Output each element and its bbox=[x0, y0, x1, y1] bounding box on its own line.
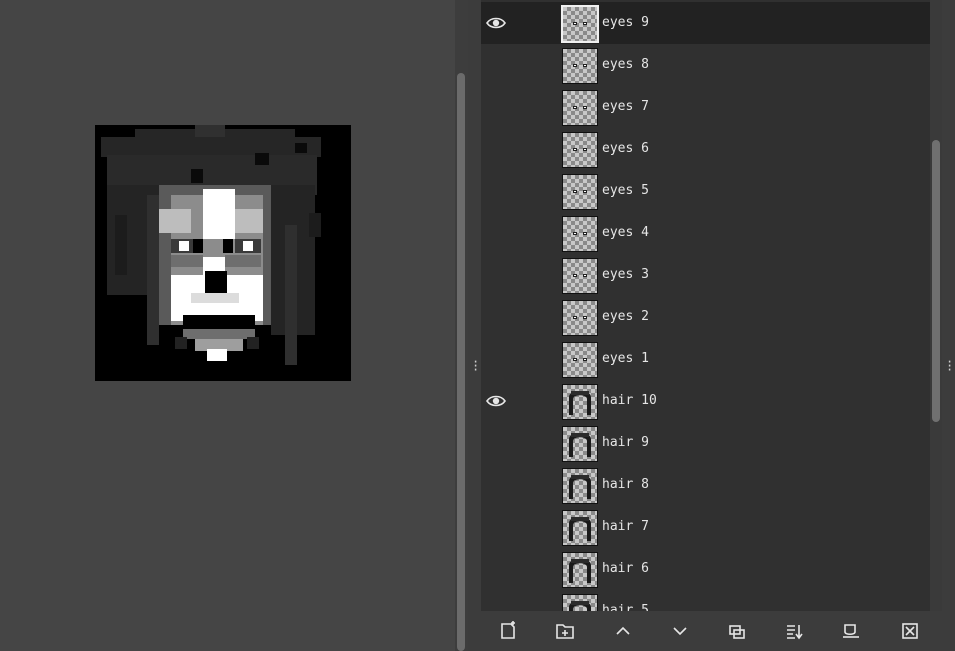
layer-row[interactable]: hair 10 bbox=[481, 380, 930, 422]
layer-thumbnail bbox=[562, 300, 598, 336]
divider-grip-icon[interactable]: · · · bbox=[472, 356, 479, 376]
layer-thumbnail bbox=[562, 552, 598, 588]
duplicate-layer-icon bbox=[723, 617, 751, 645]
layer-mask-button[interactable] bbox=[837, 617, 865, 645]
visibility-toggle[interactable] bbox=[486, 307, 506, 327]
layer-thumbnail bbox=[562, 132, 598, 168]
visibility-toggle[interactable] bbox=[486, 559, 506, 579]
visibility-toggle[interactable] bbox=[486, 517, 506, 537]
pixel-art-face-image[interactable] bbox=[95, 125, 351, 381]
layer-row[interactable]: eyes 2 bbox=[481, 296, 930, 338]
layer-row[interactable]: eyes 1 bbox=[481, 338, 930, 380]
layer-name: hair 8 bbox=[602, 477, 649, 492]
new-layer-group-icon bbox=[551, 617, 579, 645]
visibility-toggle[interactable] bbox=[486, 601, 506, 611]
layer-row[interactable]: hair 7 bbox=[481, 506, 930, 548]
layer-name: eyes 4 bbox=[602, 225, 649, 240]
layer-name: eyes 2 bbox=[602, 309, 649, 324]
layer-row[interactable]: eyes 4 bbox=[481, 212, 930, 254]
layer-thumbnail bbox=[562, 468, 598, 504]
layer-row[interactable]: hair 5 bbox=[481, 590, 930, 611]
pixel-art-face bbox=[95, 125, 351, 381]
layer-list[interactable]: eyes 9 eyes 8 eyes 7 eyes 6 eyes 5 eyes 4 eyes… bbox=[481, 0, 930, 611]
layer-row[interactable]: hair 6 bbox=[481, 548, 930, 590]
panel-divider[interactable]: · · · bbox=[468, 0, 481, 651]
layer-row[interactable]: eyes 6 bbox=[481, 128, 930, 170]
layer-name: hair 6 bbox=[602, 561, 649, 576]
layer-name: eyes 1 bbox=[602, 351, 649, 366]
new-layer-group-button[interactable] bbox=[551, 617, 579, 645]
layer-name: hair 9 bbox=[602, 435, 649, 450]
delete-layer-icon bbox=[896, 617, 924, 645]
layer-name: eyes 8 bbox=[602, 57, 649, 72]
layer-thumbnail bbox=[562, 90, 598, 126]
right-edge-grip-icon[interactable]: · · · bbox=[946, 356, 953, 376]
visibility-toggle[interactable] bbox=[486, 97, 506, 117]
layer-thumbnail bbox=[562, 510, 598, 546]
eye-icon[interactable] bbox=[486, 391, 506, 411]
layer-row[interactable]: hair 9 bbox=[481, 422, 930, 464]
layer-thumbnail bbox=[562, 174, 598, 210]
layer-name: eyes 9 bbox=[602, 15, 649, 30]
canvas-vertical-scrollbar[interactable] bbox=[455, 0, 468, 651]
layer-row[interactable]: hair 8 bbox=[481, 464, 930, 506]
layer-name: eyes 3 bbox=[602, 267, 649, 282]
layer-thumbnail bbox=[561, 5, 599, 43]
layer-thumbnail bbox=[562, 258, 598, 294]
layer-row[interactable]: eyes 8 bbox=[481, 44, 930, 86]
lower-layer-icon bbox=[666, 617, 694, 645]
image-canvas-area[interactable] bbox=[0, 0, 455, 651]
layer-thumbnail bbox=[562, 342, 598, 378]
raise-layer-button[interactable] bbox=[609, 617, 637, 645]
visibility-toggle[interactable] bbox=[486, 433, 506, 453]
new-layer-icon bbox=[494, 617, 522, 645]
duplicate-layer-button[interactable] bbox=[723, 617, 751, 645]
visibility-toggle[interactable] bbox=[486, 223, 506, 243]
layer-name: eyes 7 bbox=[602, 99, 649, 114]
layers-vertical-scrollbar[interactable] bbox=[930, 0, 942, 611]
layer-thumbnail bbox=[562, 594, 598, 611]
visibility-toggle[interactable] bbox=[486, 181, 506, 201]
visibility-toggle[interactable] bbox=[486, 139, 506, 159]
visibility-toggle[interactable] bbox=[486, 475, 506, 495]
layer-row[interactable]: eyes 9 bbox=[481, 2, 930, 44]
layer-name: hair 7 bbox=[602, 519, 649, 534]
layer-thumbnail bbox=[562, 216, 598, 252]
layer-thumbnail bbox=[562, 384, 598, 420]
visibility-toggle[interactable] bbox=[486, 349, 506, 369]
layers-toolbar bbox=[481, 611, 955, 651]
visibility-toggle[interactable] bbox=[486, 55, 506, 75]
layers-scrollbar-thumb[interactable] bbox=[932, 140, 940, 422]
layers-panel: eyes 9 eyes 8 eyes 7 eyes 6 eyes 5 eyes 4 eyes… bbox=[481, 0, 955, 651]
delete-layer-button[interactable] bbox=[896, 617, 924, 645]
visibility-toggle[interactable] bbox=[486, 265, 506, 285]
layer-row[interactable]: eyes 5 bbox=[481, 170, 930, 212]
raise-layer-icon bbox=[609, 617, 637, 645]
layer-thumbnail bbox=[562, 48, 598, 84]
layer-row[interactable]: eyes 7 bbox=[481, 86, 930, 128]
layer-name: eyes 5 bbox=[602, 183, 649, 198]
layer-thumbnail bbox=[562, 426, 598, 462]
layer-name: hair 10 bbox=[602, 393, 657, 408]
merge-layer-icon bbox=[780, 617, 808, 645]
canvas-scrollbar-thumb[interactable] bbox=[457, 73, 465, 651]
layer-row[interactable]: eyes 3 bbox=[481, 254, 930, 296]
layer-mask-icon bbox=[837, 617, 865, 645]
lower-layer-button[interactable] bbox=[666, 617, 694, 645]
new-layer-button[interactable] bbox=[494, 617, 522, 645]
layer-name: eyes 6 bbox=[602, 141, 649, 156]
merge-layer-button[interactable] bbox=[780, 617, 808, 645]
eye-icon[interactable] bbox=[486, 13, 506, 33]
layer-name: hair 5 bbox=[602, 603, 649, 611]
